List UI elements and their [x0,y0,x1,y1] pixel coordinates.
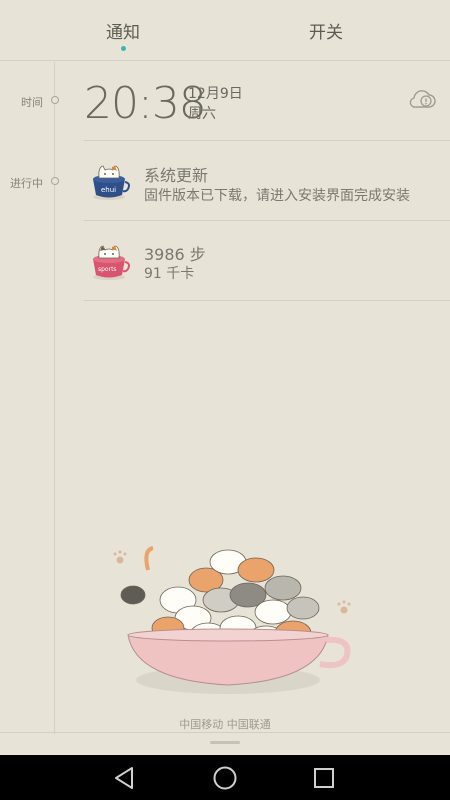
cat-cup-blue-icon: ehui [89,161,131,201]
drawer-handle[interactable] [210,741,240,744]
notification-subtitle[interactable]: 固件版本已下载，请进入安装界面完成安装 [144,185,410,205]
clock-weekday: 周六 [188,106,216,122]
row-divider [84,140,450,141]
tab-switches[interactable]: 开关 [309,18,343,43]
tab-bar: 通知 开关 [0,0,450,60]
calories-subtitle[interactable]: 91 千卡 [144,263,194,283]
cup-text: ehui [101,186,116,194]
timeline-dot-ongoing [51,177,59,185]
timeline-line [54,62,55,734]
navigation-bar [0,755,450,800]
row-divider [84,300,450,301]
timeline-label-time: 时间 [21,96,43,109]
back-triangle-icon[interactable] [110,763,140,793]
cloud-alert-icon[interactable] [409,89,437,111]
tab-divider [0,60,450,61]
cat-cup-pink-icon: sports [89,241,131,281]
recents-square-icon[interactable] [309,763,339,793]
timeline-dot-time [51,96,59,104]
tab-notifications[interactable]: 通知 [106,18,140,43]
bottom-divider [0,732,450,733]
clock-date: 12月9日 [188,86,243,102]
cats-in-teacup-illustration [108,540,358,700]
home-circle-icon[interactable] [210,763,240,793]
carrier-text: 中国移动 中国联通 [179,718,271,731]
timeline-label-ongoing: 进行中 [10,177,43,190]
notification-title[interactable]: 系统更新 [144,162,208,186]
row-divider [84,220,450,221]
cup-text: sports [98,266,117,273]
steps-title[interactable]: 3986 步 [144,241,206,265]
active-tab-indicator [121,46,126,51]
